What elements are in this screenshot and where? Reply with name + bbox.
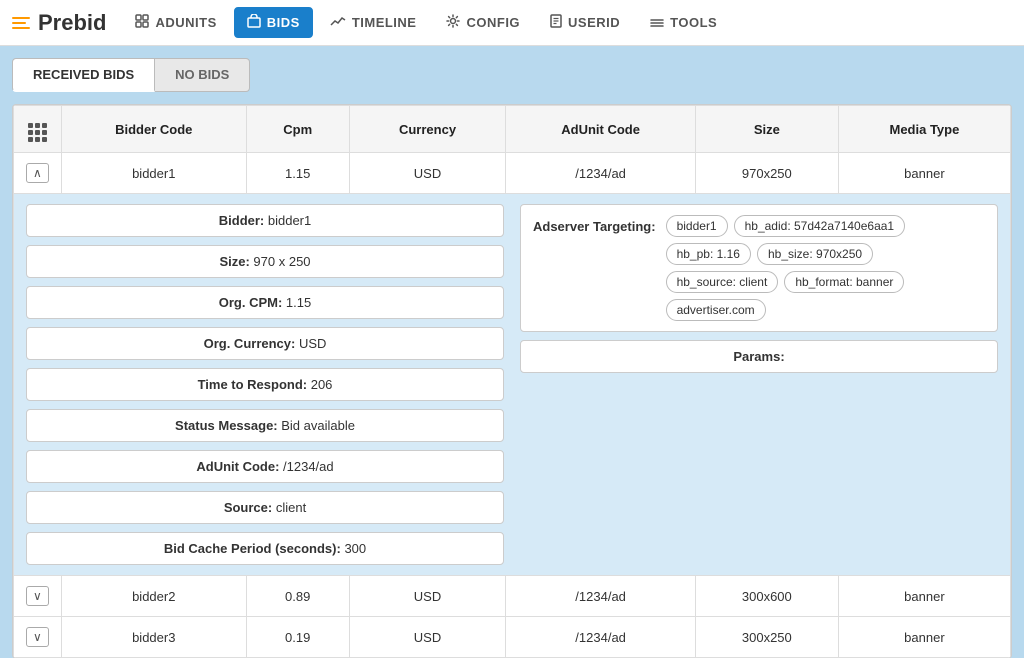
- info-adunit-code: AdUnit Code: /1234/ad: [26, 450, 504, 483]
- timeline-icon: [330, 15, 346, 31]
- nav-adunits[interactable]: ADUNITS: [122, 7, 229, 38]
- info-org-currency: Org. Currency: USD: [26, 327, 504, 360]
- nav-tools[interactable]: TOOLS: [637, 8, 730, 38]
- targeting-tags: bidder1 hb_adid: 57d42a7140e6aa1 hb_pb: …: [666, 215, 985, 321]
- table-row: ∧ bidder1 1.15 USD /1234/ad 970x250 bann…: [14, 153, 1011, 194]
- bid-tabs: RECEIVED BIDS NO BIDS: [12, 58, 1012, 92]
- main-content: RECEIVED BIDS NO BIDS Bidder Code Cpm Cu…: [0, 46, 1024, 658]
- config-icon: [446, 14, 460, 31]
- tag-bidder1: bidder1: [666, 215, 728, 237]
- row3-adunit-code: /1234/ad: [506, 617, 695, 658]
- collapse-button-1[interactable]: ∧: [26, 163, 49, 183]
- row1-bidder-code: bidder1: [61, 153, 246, 194]
- tab-no-bids[interactable]: NO BIDS: [155, 58, 250, 92]
- info-bidder: Bidder: bidder1: [26, 204, 504, 237]
- row3-cpm: 0.19: [246, 617, 349, 658]
- expanded-left-1: Bidder: bidder1 Size: 970 x 250 Org. CPM…: [26, 204, 520, 565]
- row2-expand-cell: ∨: [14, 576, 62, 617]
- row2-media-type: banner: [838, 576, 1010, 617]
- table-row: ∨ bidder3 0.19 USD /1234/ad 300x250 bann…: [14, 617, 1011, 658]
- nav-userid[interactable]: USERID: [537, 7, 633, 38]
- tag-hb-format: hb_format: banner: [784, 271, 904, 293]
- info-bid-cache: Bid Cache Period (seconds): 300: [26, 532, 504, 565]
- row3-bidder-code: bidder3: [61, 617, 246, 658]
- row2-currency: USD: [349, 576, 506, 617]
- col-media-type: Media Type: [838, 106, 1010, 153]
- col-cpm: Cpm: [246, 106, 349, 153]
- targeting-row: Adserver Targeting: bidder1 hb_adid: 57d…: [533, 215, 985, 321]
- col-expand: [14, 106, 62, 153]
- nav-adunits-label: ADUNITS: [155, 15, 216, 30]
- table-row: ∨ bidder2 0.89 USD /1234/ad 300x600 bann…: [14, 576, 1011, 617]
- targeting-label: Adserver Targeting:: [533, 215, 656, 234]
- tab-received-bids[interactable]: RECEIVED BIDS: [12, 58, 155, 92]
- row3-expand-cell: ∨: [14, 617, 62, 658]
- nav-config[interactable]: CONFIG: [433, 7, 533, 38]
- adserver-targeting-box: Adserver Targeting: bidder1 hb_adid: 57d…: [520, 204, 998, 332]
- expand-button-3[interactable]: ∨: [26, 627, 49, 647]
- info-time-to-respond: Time to Respond: 206: [26, 368, 504, 401]
- tag-hb-size: hb_size: 970x250: [757, 243, 873, 265]
- nav-tools-label: TOOLS: [670, 15, 717, 30]
- nav-bids-label: BIDS: [267, 15, 300, 30]
- table-header-row: Bidder Code Cpm Currency AdUnit Code Siz…: [14, 106, 1011, 153]
- row1-media-type: banner: [838, 153, 1010, 194]
- bids-table: Bidder Code Cpm Currency AdUnit Code Siz…: [13, 105, 1011, 658]
- tag-hb-adid: hb_adid: 57d42a7140e6aa1: [734, 215, 905, 237]
- row1-size: 970x250: [695, 153, 838, 194]
- row3-size: 300x250: [695, 617, 838, 658]
- main-nav: ADUNITS BIDS TIMELINE CONFIG USERID: [122, 7, 730, 38]
- menu-icon: [12, 17, 30, 29]
- row1-expand-cell: ∧: [14, 153, 62, 194]
- expanded-cell-1: Bidder: bidder1 Size: 970 x 250 Org. CPM…: [14, 194, 1011, 576]
- row2-cpm: 0.89: [246, 576, 349, 617]
- row1-currency: USD: [349, 153, 506, 194]
- nav-config-label: CONFIG: [466, 15, 520, 30]
- nav-timeline[interactable]: TIMELINE: [317, 8, 430, 38]
- header: Prebid ADUNITS BIDS TIMELINE CONFIG: [0, 0, 1024, 46]
- col-bidder-code: Bidder Code: [61, 106, 246, 153]
- info-size: Size: 970 x 250: [26, 245, 504, 278]
- expanded-content-1: Bidder: bidder1 Size: 970 x 250 Org. CPM…: [14, 194, 1010, 575]
- row3-media-type: banner: [838, 617, 1010, 658]
- row2-size: 300x600: [695, 576, 838, 617]
- tools-icon: [650, 15, 664, 31]
- col-adunit-code: AdUnit Code: [506, 106, 695, 153]
- row2-bidder-code: bidder2: [61, 576, 246, 617]
- bids-icon: [247, 14, 261, 31]
- nav-bids[interactable]: BIDS: [234, 7, 313, 38]
- info-status-message: Status Message: Bid available: [26, 409, 504, 442]
- col-currency: Currency: [349, 106, 506, 153]
- row1-adunit-code: /1234/ad: [506, 153, 695, 194]
- tag-advertiser: advertiser.com: [666, 299, 766, 321]
- tag-hb-pb: hb_pb: 1.16: [666, 243, 751, 265]
- nav-userid-label: USERID: [568, 15, 620, 30]
- expand-button-2[interactable]: ∨: [26, 586, 49, 606]
- row2-adunit-code: /1234/ad: [506, 576, 695, 617]
- info-org-cpm: Org. CPM: 1.15: [26, 286, 504, 319]
- nav-timeline-label: TIMELINE: [352, 15, 417, 30]
- params-box: Params:: [520, 340, 998, 373]
- expanded-row-1: Bidder: bidder1 Size: 970 x 250 Org. CPM…: [14, 194, 1011, 576]
- col-size: Size: [695, 106, 838, 153]
- logo-text: Prebid: [38, 10, 106, 36]
- row3-currency: USD: [349, 617, 506, 658]
- row1-cpm: 1.15: [246, 153, 349, 194]
- userid-icon: [550, 14, 562, 31]
- bids-table-container: Bidder Code Cpm Currency AdUnit Code Siz…: [12, 104, 1012, 658]
- adunits-icon: [135, 14, 149, 31]
- logo: Prebid: [12, 10, 106, 36]
- expanded-right-1: Adserver Targeting: bidder1 hb_adid: 57d…: [520, 204, 998, 565]
- info-source: Source: client: [26, 491, 504, 524]
- grid-icon: [28, 123, 47, 142]
- tag-hb-source: hb_source: client: [666, 271, 779, 293]
